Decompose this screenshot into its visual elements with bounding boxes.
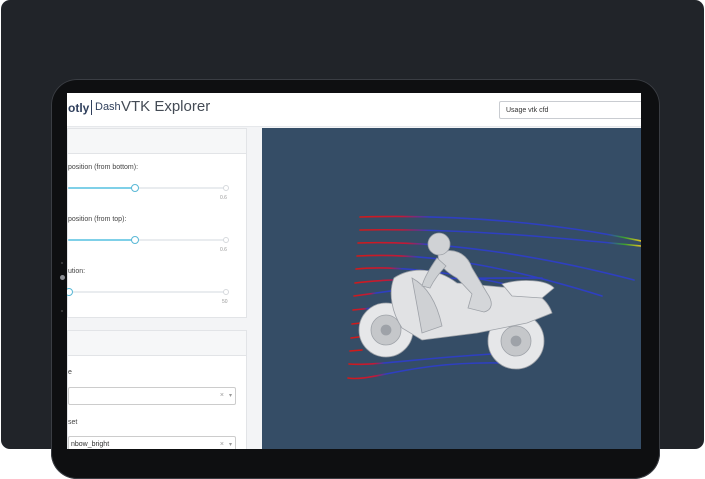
slider-max-label: 50 [222,299,228,305]
slider-label-resolution: ution: [68,268,86,275]
slider-top[interactable] [68,236,229,244]
plotly-logo: otly [68,101,90,115]
slider-resolution[interactable] [67,288,229,296]
motorbike-model [358,232,555,370]
slider-label-bottom: position (from bottom): [68,164,139,171]
field-dropdown[interactable]: × ▾ [68,387,236,405]
slice-controls-card: position (from bottom): 0.6 position (fr… [67,128,247,318]
slider-handle[interactable] [130,236,139,244]
preset-dropdown[interactable]: nbow_bright × ▾ [68,436,236,449]
controls-panel: position (from bottom): 0.6 position (fr… [67,128,247,449]
slider-handle[interactable] [130,184,139,192]
slider-max-label: 0.6 [220,247,227,253]
page-title: VTK Explorer [121,98,211,115]
clear-icon[interactable]: × [220,388,224,404]
vtk-3d-viewport[interactable] [262,128,641,449]
slider-handle[interactable] [67,288,73,296]
preset-value: nbow_bright [71,441,110,448]
slider-fill [68,187,134,189]
clear-icon[interactable]: × [220,437,224,449]
slider-bottom[interactable] [68,184,229,192]
demo-select-dropdown[interactable]: Usage vtk cfd [499,101,641,119]
chevron-down-icon[interactable]: ▾ [229,388,232,404]
slider-end-tick [223,289,229,295]
app-header: otly Dash VTK Explorer Usage vtk cfd [67,93,641,127]
cfd-render [347,215,641,380]
card-header [68,129,246,154]
field-label: e [68,369,72,376]
slider-fill [68,239,134,241]
logo-divider [91,100,92,115]
sensor-dot [61,262,63,264]
slider-end-tick [223,237,229,243]
card-header [68,331,246,356]
dash-logo: Dash [95,101,121,113]
preset-label: set [68,419,78,426]
camera-icon [60,275,65,280]
app-screen: otly Dash VTK Explorer Usage vtk cfd pos… [67,93,641,449]
chevron-down-icon[interactable]: ▾ [229,437,232,449]
slider-max-label: 0.6 [220,195,227,201]
sensor-dot [61,310,63,312]
coloring-card: e × ▾ set nbow_bright × ▾ [67,330,247,449]
slider-end-tick [223,185,229,191]
slider-label-top: position (from top): [68,216,127,223]
